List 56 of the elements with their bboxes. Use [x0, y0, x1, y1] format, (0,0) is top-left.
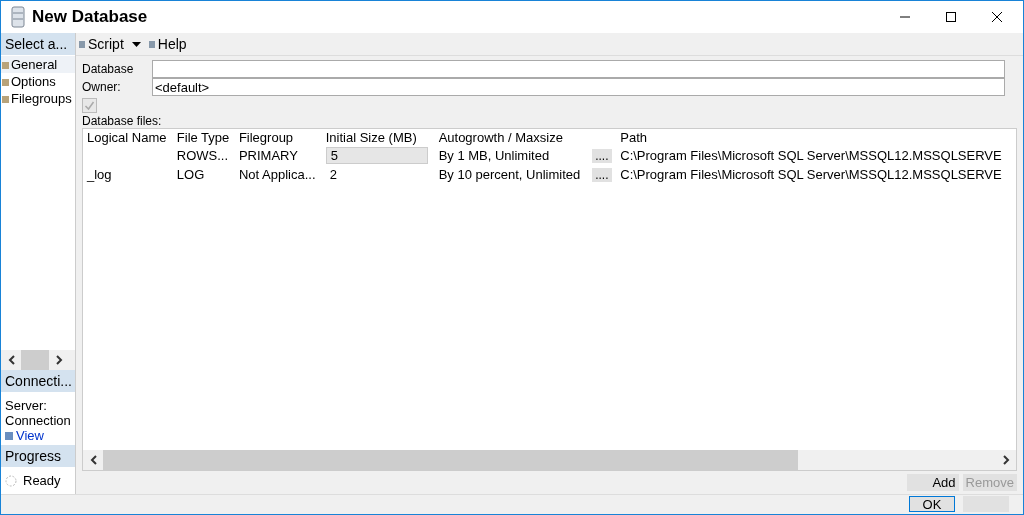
column-header: File Type [175, 129, 231, 146]
table-cell: _log [87, 167, 112, 182]
browse-button[interactable]: .... [592, 149, 612, 163]
caret-icon [131, 41, 141, 47]
spinner-icon [5, 474, 17, 487]
scroll-right-icon[interactable] [55, 355, 63, 365]
scroll-left-icon[interactable] [89, 455, 97, 465]
page-icon [2, 96, 9, 103]
column-header: Initial Size (MB) [324, 129, 418, 146]
scrollbar-thumb[interactable] [103, 450, 798, 470]
table-cell: LOG [176, 167, 205, 182]
owner-field[interactable]: <default> [152, 78, 1005, 96]
scroll-left-icon[interactable] [7, 355, 15, 365]
table-cell: PRIMARY [238, 148, 298, 163]
ok-button[interactable]: OK [909, 496, 955, 512]
page-icon [2, 62, 9, 69]
browse-button[interactable]: .... [592, 168, 612, 182]
section-label: Database files: [82, 114, 163, 128]
connection-text: Server: [5, 398, 48, 413]
database-icon [11, 6, 25, 28]
table-cell: C:\Program Files\Microsoft SQL Server\MSSQL12.MSSQLSERVE [620, 148, 1002, 163]
table-cell: By 10 percent, Unlimited [438, 167, 581, 182]
scroll-right-icon[interactable] [1002, 455, 1010, 465]
field-label: Owner: [82, 80, 122, 94]
connection-text: Connection [5, 413, 71, 428]
close-icon[interactable] [991, 11, 1003, 23]
table-cell: Not Applica... [238, 167, 316, 182]
view-link[interactable]: View [16, 428, 44, 443]
document-icon [79, 40, 85, 48]
maximize-icon[interactable] [945, 11, 957, 23]
section-header: Connecti... [1, 370, 75, 392]
document-icon [148, 40, 155, 48]
page-icon [2, 79, 9, 86]
window-title: New Database [32, 7, 148, 27]
dialog-button[interactable]: Add [907, 474, 959, 491]
table-cell: C:\Program Files\Microsoft SQL Server\MSSQL12.MSSQLSERVE [620, 167, 1002, 182]
section-header: Progress [1, 445, 75, 467]
database-name-field[interactable] [152, 60, 1005, 78]
table-cell: ROWS... [176, 148, 229, 163]
section-header: Select a... [1, 33, 75, 55]
progress-status: Ready [23, 473, 61, 488]
page-item[interactable]: Filegroups [1, 90, 75, 107]
size-cell[interactable]: 5 [325, 147, 428, 164]
column-header: Filegroup [237, 129, 295, 146]
column-header: Autogrowth / Maxsize [437, 129, 564, 146]
toolbar-button[interactable]: Script [79, 36, 141, 52]
properties-icon [5, 431, 13, 440]
table-cell: By 1 MB, Unlimited [438, 148, 550, 163]
column-header: Path [619, 129, 648, 146]
page-item[interactable]: General [1, 56, 75, 73]
column-header: Logical Name [86, 129, 168, 146]
page-item[interactable]: Options [1, 73, 75, 90]
size-cell[interactable]: 2 [325, 167, 426, 182]
scrollbar-thumb[interactable] [21, 350, 49, 370]
field-label: Database [82, 62, 135, 76]
toolbar-button[interactable]: Help [148, 36, 187, 52]
